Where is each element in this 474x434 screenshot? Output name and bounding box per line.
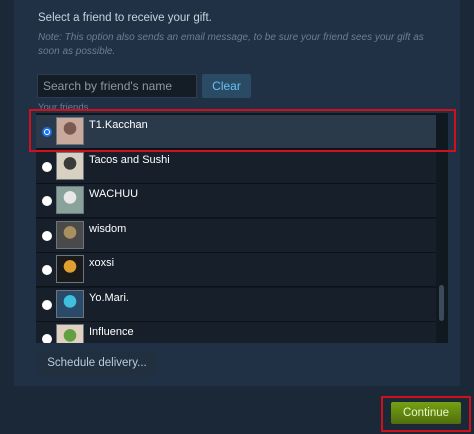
friends-list-scrollbar[interactable] <box>436 113 448 343</box>
friend-name: WACHUU <box>89 188 139 200</box>
friends-list-label: Your friends <box>38 102 89 113</box>
friend-row[interactable]: xoxsi <box>36 253 436 287</box>
friend-avatar <box>56 289 84 318</box>
friend-avatar <box>56 151 84 180</box>
friend-row[interactable]: wisdom <box>36 218 436 253</box>
friend-name: xoxsi <box>89 257 115 269</box>
friend-name: Tacos and Sushi <box>89 153 170 166</box>
friend-row[interactable]: WACHUU <box>36 184 436 218</box>
friend-avatar <box>56 117 84 145</box>
schedule-delivery-button[interactable]: Schedule delivery... <box>38 351 156 375</box>
friend-row[interactable]: Tacos and Sushi <box>36 149 436 184</box>
friends-list: T1.Kacchan Tacos and Sushi WACHUU wisdom xox… <box>36 113 448 343</box>
clear-button[interactable]: Clear <box>202 74 251 98</box>
friend-avatar <box>56 324 84 343</box>
friend-radio[interactable] <box>42 334 52 343</box>
friend-radio[interactable] <box>42 127 52 137</box>
friend-avatar <box>56 220 84 249</box>
email-note: Note: This option also sends an email me… <box>38 32 424 57</box>
friend-row[interactable]: Yo.Mari. <box>36 287 436 322</box>
friend-name: T1.Kacchan <box>89 119 148 131</box>
friend-radio[interactable] <box>42 265 52 275</box>
friend-name: Yo.Mari. <box>89 291 129 304</box>
friend-avatar <box>56 186 84 214</box>
scrollbar-thumb[interactable] <box>439 285 444 321</box>
friend-radio[interactable] <box>42 196 52 206</box>
friend-name: Influence <box>89 326 134 338</box>
continue-button[interactable]: Continue <box>391 402 461 424</box>
friend-name: wisdom <box>89 222 127 235</box>
prompt-text: Select a friend to receive your gift. <box>38 12 212 24</box>
friend-radio[interactable] <box>42 299 52 310</box>
friend-row[interactable]: Influence <box>36 322 436 343</box>
friend-radio[interactable] <box>42 161 52 172</box>
friend-avatar <box>56 255 84 283</box>
friend-search-input[interactable] <box>37 74 197 98</box>
friend-row[interactable]: T1.Kacchan <box>36 115 436 149</box>
friend-radio[interactable] <box>42 230 52 241</box>
